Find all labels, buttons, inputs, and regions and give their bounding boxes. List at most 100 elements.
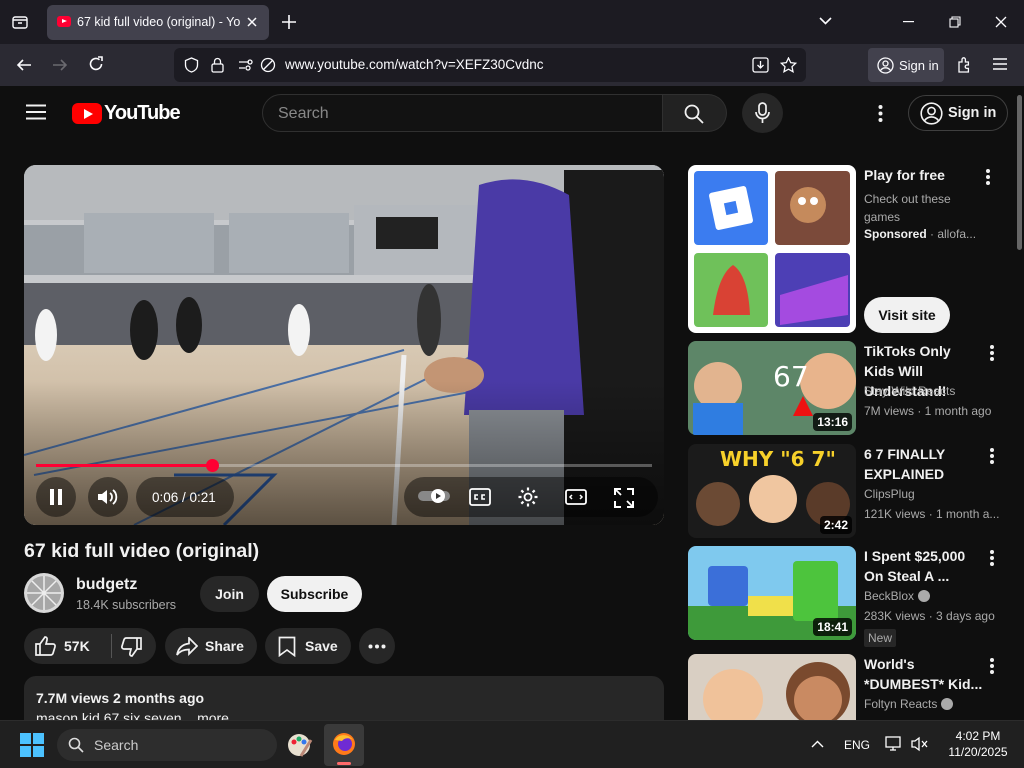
video-title-link[interactable]: I Spent $25,000 On Steal A ... bbox=[864, 546, 984, 586]
language-indicator[interactable]: ENG bbox=[844, 738, 870, 752]
fullscreen-icon[interactable] bbox=[614, 488, 634, 508]
verified-badge-icon bbox=[918, 590, 931, 602]
page-scrollbar[interactable] bbox=[1017, 95, 1022, 250]
volume-muted-icon[interactable] bbox=[911, 736, 929, 752]
autoplay-blocked-icon[interactable] bbox=[260, 57, 276, 73]
tracking-protection-icon[interactable] bbox=[184, 57, 199, 73]
windows-start-icon[interactable] bbox=[20, 733, 44, 757]
forward-icon[interactable] bbox=[52, 57, 68, 73]
active-tab[interactable]: 67 kid full video (original) - YouTube bbox=[47, 5, 269, 40]
new-tab-icon[interactable] bbox=[282, 15, 296, 29]
video-player[interactable] bbox=[24, 165, 664, 525]
video-duration: 18:41 bbox=[813, 618, 852, 636]
youtube-play-logo-icon bbox=[72, 103, 102, 124]
app-menu-icon[interactable] bbox=[993, 58, 1007, 70]
back-icon[interactable] bbox=[16, 57, 32, 73]
video-thumbnail[interactable]: 67 13:16 bbox=[688, 341, 856, 435]
youtube-favicon-icon bbox=[57, 16, 71, 27]
theater-mode-icon[interactable] bbox=[565, 489, 587, 505]
subscribe-button[interactable]: Subscribe bbox=[267, 576, 362, 612]
ad-menu-icon[interactable] bbox=[986, 169, 990, 185]
visit-site-button[interactable]: Visit site bbox=[864, 297, 950, 333]
bookmark-star-icon[interactable] bbox=[780, 57, 797, 73]
youtube-logo[interactable]: YouTube bbox=[72, 102, 181, 126]
video-menu-icon[interactable] bbox=[990, 658, 994, 674]
view-stats: 7.7M views 2 months ago bbox=[36, 690, 205, 706]
more-horizontal-icon bbox=[368, 644, 386, 649]
system-clock[interactable]: 4:02 PM 11/20/2025 bbox=[942, 728, 1014, 760]
autoplay-toggle[interactable] bbox=[418, 489, 450, 503]
youtube-sign-in-button[interactable]: Sign in bbox=[908, 95, 1008, 131]
progress-played bbox=[36, 464, 213, 467]
dislike-icon[interactable] bbox=[120, 637, 142, 657]
microphone-icon bbox=[755, 102, 770, 124]
video-channel[interactable]: BeckBlox bbox=[864, 589, 914, 603]
channel-name[interactable]: budgetz bbox=[76, 576, 137, 594]
paint-app-icon[interactable] bbox=[287, 732, 313, 758]
subtitles-icon[interactable] bbox=[469, 488, 491, 506]
taskbar-search[interactable]: Search bbox=[57, 729, 277, 761]
video-channel[interactable]: Foltyn Reacts bbox=[864, 697, 937, 711]
like-count[interactable]: 57K bbox=[64, 638, 90, 654]
permissions-icon[interactable] bbox=[238, 59, 254, 71]
settings-more-icon[interactable] bbox=[878, 105, 883, 122]
browser-tab-bar: 67 kid full video (original) - YouTube bbox=[0, 0, 1024, 44]
like-icon[interactable] bbox=[35, 636, 57, 656]
show-hidden-icons-icon[interactable] bbox=[811, 740, 824, 748]
verified-badge-icon bbox=[941, 698, 954, 710]
new-badge: New bbox=[864, 629, 897, 647]
extensions-icon[interactable] bbox=[956, 56, 973, 73]
ad-description: Check out these games bbox=[864, 192, 951, 224]
ad-sponsored-line: Sponsored · allofa... bbox=[864, 227, 1014, 241]
save-playlist-icon bbox=[278, 636, 296, 657]
taskbar-search-icon bbox=[68, 737, 84, 753]
reload-icon[interactable] bbox=[88, 56, 104, 72]
save-button[interactable]: Save bbox=[265, 628, 351, 664]
video-menu-icon[interactable] bbox=[990, 448, 994, 464]
video-menu-icon[interactable] bbox=[990, 550, 994, 566]
video-channel[interactable]: Stay Wild Reacts bbox=[864, 384, 1014, 398]
video-menu-icon[interactable] bbox=[990, 345, 994, 361]
more-actions-button[interactable] bbox=[359, 628, 395, 664]
like-dislike-group: 57K bbox=[24, 628, 156, 664]
close-tab-icon[interactable] bbox=[246, 16, 258, 28]
browser-sign-in-button[interactable]: Sign in bbox=[868, 48, 944, 82]
account-icon bbox=[877, 57, 894, 74]
close-window-icon[interactable] bbox=[995, 16, 1007, 28]
sponsored-label: Sponsored bbox=[864, 227, 927, 241]
restore-icon[interactable] bbox=[949, 16, 961, 28]
display-icon[interactable] bbox=[885, 736, 903, 752]
progress-bar[interactable] bbox=[36, 459, 652, 472]
video-title-link[interactable]: 6 7 FINALLY EXPLAINED bbox=[864, 444, 984, 484]
search-input[interactable]: Search bbox=[262, 94, 663, 132]
lock-icon[interactable] bbox=[211, 57, 224, 73]
taskbar-firefox-button[interactable] bbox=[324, 724, 364, 766]
time-text: 0:06 / 0:21 bbox=[152, 490, 216, 505]
search-placeholder: Search bbox=[278, 105, 329, 122]
channel-avatar[interactable] bbox=[24, 573, 64, 613]
mute-button[interactable] bbox=[88, 477, 128, 517]
video-title-link[interactable]: World's *DUMBEST* Kid... bbox=[864, 654, 984, 694]
save-label: Save bbox=[305, 638, 338, 654]
search-button[interactable] bbox=[663, 94, 727, 132]
play-pause-button[interactable] bbox=[36, 477, 76, 517]
video-meta: 283K views · 3 days ago bbox=[864, 609, 995, 623]
tab-title: 67 kid full video (original) - YouTube bbox=[77, 15, 241, 29]
video-thumbnail[interactable] bbox=[688, 654, 856, 720]
save-to-pocket-icon[interactable] bbox=[752, 57, 769, 73]
tab-list-icon[interactable] bbox=[12, 14, 28, 30]
video-thumbnail[interactable]: WHY "6 7" 2:42 bbox=[688, 444, 856, 538]
guide-menu-icon[interactable] bbox=[26, 104, 46, 120]
minimize-icon[interactable] bbox=[903, 21, 914, 23]
video-thumbnail[interactable]: 18:41 bbox=[688, 546, 856, 640]
url-bar[interactable]: www.youtube.com/watch?v=XEFZ30Cvdnc bbox=[174, 48, 806, 82]
ad-title[interactable]: Play for free bbox=[864, 165, 984, 185]
ad-thumbnail[interactable] bbox=[688, 165, 856, 333]
settings-gear-icon[interactable] bbox=[517, 486, 539, 508]
account-circle-icon bbox=[920, 102, 943, 125]
video-channel[interactable]: ClipsPlug bbox=[864, 487, 1014, 501]
list-all-tabs-icon[interactable] bbox=[819, 17, 832, 25]
voice-search-button[interactable] bbox=[742, 93, 783, 133]
share-button[interactable]: Share bbox=[165, 628, 257, 664]
join-button[interactable]: Join bbox=[200, 576, 259, 612]
